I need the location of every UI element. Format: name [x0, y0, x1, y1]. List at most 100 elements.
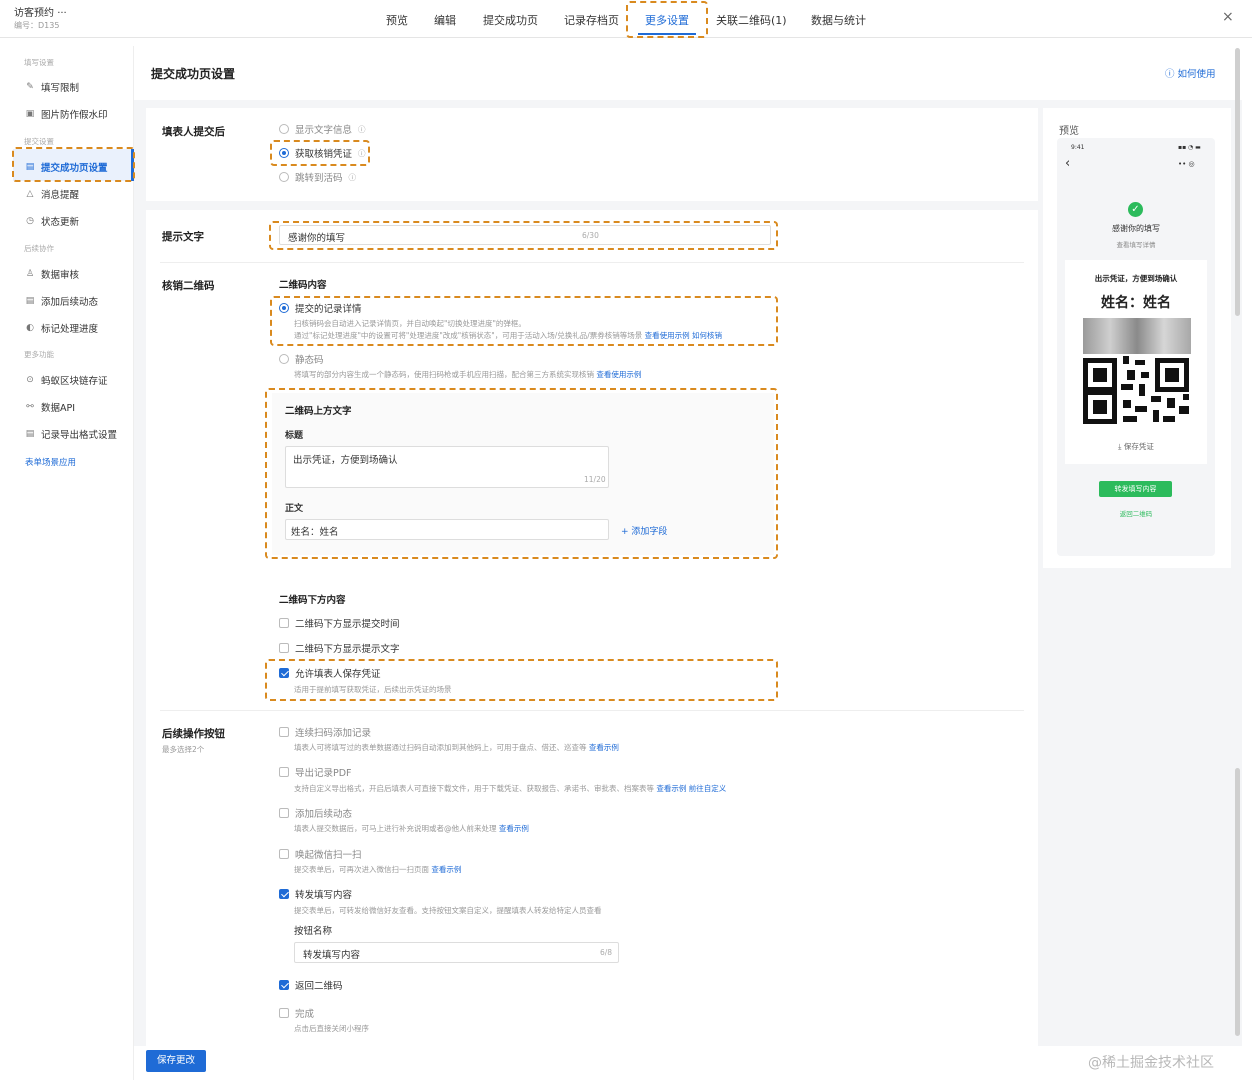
back-icon[interactable]: ‹	[1065, 156, 1070, 171]
option-record-detail[interactable]: 提交的记录详情	[279, 301, 362, 315]
doc-icon: ▤	[25, 296, 35, 306]
finish-desc: 点击后直接关闭小程序	[294, 1024, 369, 1033]
app-title: 访客预约 ···	[14, 8, 67, 19]
top-bar	[0, 0, 1252, 38]
export-pdf-link[interactable]: 查看示例	[656, 784, 686, 793]
checkbox-forward[interactable]: 转发填写内容	[279, 887, 352, 901]
wechat-scan-link[interactable]: 查看示例	[431, 865, 461, 874]
option-static-code[interactable]: 静态码	[279, 352, 324, 366]
checkbox-submit-time[interactable]: 二维码下方显示提交时间	[279, 616, 400, 630]
page-header	[134, 46, 1242, 100]
button-name-input[interactable]: 转发填写内容 6/8	[294, 942, 619, 963]
more-icon[interactable]: ···	[57, 8, 67, 19]
active-tab-indicator	[638, 33, 696, 35]
sidebar-item-followup[interactable]: ▤ 添加后续动态	[25, 294, 98, 308]
sidebar-item-fill-limit[interactable]: ✎ 填写限制	[25, 80, 79, 94]
info-icon: ⓘ	[358, 124, 366, 134]
checkbox-finish[interactable]: 完成	[279, 1006, 314, 1020]
option-get-voucher[interactable]: 获取核销凭证 ⓘ	[279, 146, 366, 160]
sidebar-item-progress[interactable]: ◐ 标记处理进度	[25, 321, 98, 335]
help-icon: ⓘ	[1165, 69, 1178, 80]
sidebar-item-notify[interactable]: △ 消息提醒	[25, 187, 79, 201]
add-field-button[interactable]: + 添加字段	[621, 524, 667, 537]
preview-label: 预览	[1059, 126, 1079, 137]
checkbox-save-voucher[interactable]: 允许填表人保存凭证	[279, 666, 381, 680]
qr-below-heading: 二维码下方内容	[279, 595, 346, 606]
scrollbar-thumb[interactable]	[1235, 768, 1240, 1036]
button-name-value: 转发填写内容	[303, 950, 361, 961]
preview-view-detail[interactable]: 查看填写详情	[1057, 239, 1215, 249]
save-button[interactable]: 保存更改	[146, 1050, 206, 1072]
clock-icon: ◷	[26, 216, 34, 226]
tip-text-count: 6/30	[582, 231, 599, 240]
divider	[160, 710, 1024, 711]
tip-text-input[interactable]: 感谢你的填写 6/30	[279, 225, 771, 245]
info-icon: ⓘ	[358, 148, 366, 158]
tab-data-stats[interactable]: 数据与统计	[811, 12, 866, 28]
body-input[interactable]: 姓名：姓名	[285, 519, 609, 540]
page-icon: ▤	[25, 162, 35, 172]
checkbox-continuous-scan[interactable]: 连续扫码添加记录	[279, 725, 371, 739]
continuous-scan-link[interactable]: 查看示例	[589, 743, 619, 752]
tab-edit[interactable]: 编辑	[434, 12, 456, 28]
sidebar-item-success-page[interactable]: ▤ 提交成功页设置	[25, 160, 108, 174]
button-name-label: 按钮名称	[294, 926, 333, 937]
success-check-icon: ✓	[1128, 202, 1143, 217]
checkbox-wechat-scan[interactable]: 唤起微信扫一扫	[279, 847, 362, 861]
title-value: 出示凭证，方便到场确认	[293, 455, 398, 466]
phone-status-icons: ▪▪ ◔ ▬	[1178, 144, 1201, 151]
continuous-scan-desc: 填表人可将填写过的表单数据通过扫码自动添加到其他码上，可用于盘点、借还、巡查等 …	[294, 743, 619, 752]
export-pdf-desc: 支持自定义导出格式，开启后填表人可直接下载文件，用于下载凭证、获取报告、承诺书、…	[294, 784, 727, 793]
edit-icon: ✎	[26, 82, 34, 92]
sidebar-item-api[interactable]: ⚯ 数据API	[25, 400, 75, 414]
return-qr-preview-link[interactable]: 返回二维码	[1057, 508, 1215, 518]
checkbox-export-pdf[interactable]: 导出记录PDF	[279, 765, 352, 779]
option-show-text[interactable]: 显示文字信息 ⓘ	[279, 122, 366, 136]
sidebar-group-fill: 填写设置	[24, 58, 54, 67]
custom-format-link[interactable]: 前往自定义	[689, 784, 727, 793]
sidebar-item-blockchain[interactable]: ⊙ 蚂蚁区块链存证	[25, 373, 107, 387]
forward-preview-button[interactable]: 转发填写内容	[1099, 481, 1172, 497]
close-icon[interactable]: ×	[1222, 9, 1234, 25]
bell-icon: △	[26, 189, 34, 199]
image-icon: ▣	[25, 109, 35, 119]
save-voucher-button[interactable]: ⤓ 保存凭证	[1065, 441, 1207, 452]
app-id: 编号：D135	[14, 21, 60, 30]
tip-text-label: 提示文字	[162, 231, 204, 243]
sidebar-item-watermark[interactable]: ▣ 图片防作假水印	[25, 107, 108, 121]
voucher-name: 姓名：姓名	[1101, 295, 1171, 311]
option-jump-qr[interactable]: 跳转到活码 ⓘ	[279, 170, 356, 184]
scene-app-link[interactable]: 表单场景应用	[25, 456, 76, 468]
checkbox-tip-text[interactable]: 二维码下方显示提示文字	[279, 641, 400, 655]
how-to-verify-link[interactable]: 如何核销	[692, 331, 722, 340]
tab-record-archive[interactable]: 记录存档页	[564, 12, 619, 28]
qr-code-image	[1083, 356, 1189, 424]
help-link[interactable]: ⓘ 如何使用	[1165, 66, 1216, 80]
miniapp-menu-icon[interactable]: •• ◎	[1178, 160, 1195, 168]
follow-sublabel: 最多选择2个	[162, 745, 205, 754]
tab-preview[interactable]: 预览	[386, 12, 408, 28]
checkbox-return-qr[interactable]: 返回二维码	[279, 978, 343, 992]
body-label: 正文	[285, 504, 304, 514]
tab-success-page[interactable]: 提交成功页	[483, 12, 538, 28]
static-example-link[interactable]: 查看使用示例	[596, 370, 641, 379]
usage-example-link[interactable]: 查看使用示例	[645, 331, 690, 340]
tip-text-value: 感谢你的填写	[288, 233, 346, 244]
info-icon: ⓘ	[348, 172, 357, 182]
sidebar-item-status[interactable]: ◷ 状态更新	[25, 214, 79, 228]
scrollbar-thumb[interactable]	[1235, 48, 1240, 316]
chain-icon: ⊙	[26, 375, 34, 385]
wechat-scan-desc: 提交表单后，可再次进入微信扫一扫页面 查看示例	[294, 865, 462, 874]
record-detail-desc1: 扫核销码会自动进入记录详情页，并自动唤起"切换处理进度"的弹框。	[294, 319, 526, 328]
checkbox-add-followup[interactable]: 添加后续动态	[279, 806, 352, 820]
add-followup-link[interactable]: 查看示例	[499, 824, 529, 833]
title-input[interactable]: 出示凭证，方便到场确认 11/20	[285, 446, 609, 488]
sidebar-item-export-format[interactable]: ▤ 记录导出格式设置	[25, 427, 117, 441]
save-voucher-desc: 适用于提前填写获取凭证，后续出示凭证的场景	[294, 685, 452, 694]
progress-icon: ◐	[26, 323, 34, 333]
tab-linked-qr[interactable]: 关联二维码(1)	[716, 12, 787, 28]
sidebar-group-more: 更多功能	[24, 350, 54, 359]
footer-bar	[134, 1046, 1242, 1080]
sidebar-item-review[interactable]: ♙ 数据审核	[25, 267, 79, 281]
tab-more-settings[interactable]: 更多设置	[645, 12, 689, 28]
